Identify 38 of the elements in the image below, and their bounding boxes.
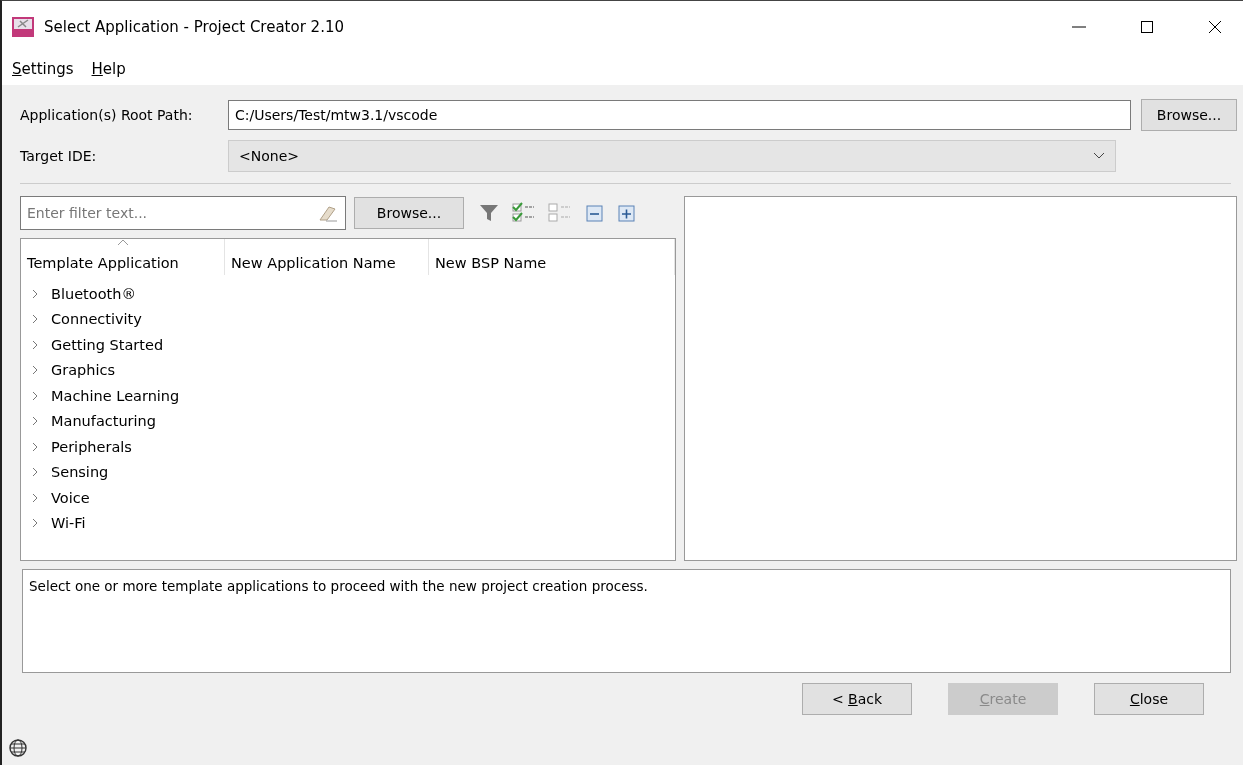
menu-item[interactable]: Help	[91, 60, 126, 78]
tree-item[interactable]: Sensing	[51, 464, 109, 481]
maximize-icon	[1139, 19, 1155, 35]
tree-item[interactable]: Bluetooth®	[51, 285, 136, 302]
menu-item[interactable]: Settings	[12, 60, 74, 78]
filter-field[interactable]: Enter filter text...	[20, 196, 346, 230]
tree-item[interactable]: Manufacturing	[51, 413, 156, 430]
tree-item[interactable]: Connectivity	[51, 311, 142, 328]
app-logo-icon	[12, 17, 34, 37]
target-ide-dropdown[interactable]: <None>	[228, 140, 1116, 172]
column-header[interactable]: New Application Name	[225, 239, 429, 275]
uncheck-all-icon[interactable]	[548, 202, 572, 224]
eraser-icon[interactable]	[318, 204, 338, 222]
browse-button[interactable]: Browse...	[354, 197, 464, 229]
chevron-down-icon	[1093, 152, 1105, 160]
minimize-icon	[1072, 26, 1086, 28]
check-all-icon[interactable]	[512, 202, 536, 224]
column-header[interactable]: New BSP Name	[429, 239, 675, 275]
field-label: Application(s) Root Path:	[20, 107, 194, 123]
tree-item[interactable]: Peripherals	[51, 438, 132, 455]
dialog-button[interactable]: < Back	[802, 683, 912, 715]
description-text: Select one or more template applications to proceed with the new project creation process.	[29, 578, 648, 594]
tree-item[interactable]: Machine Learning	[51, 387, 180, 404]
expand-all-icon[interactable]	[616, 203, 636, 223]
column-header[interactable]: Template Application	[21, 239, 225, 275]
window-title: Select Application - Project Creator 2.10	[44, 18, 345, 36]
tree-item[interactable]: Getting Started	[51, 336, 164, 353]
close-icon	[1207, 19, 1223, 35]
field-label: Target IDE:	[20, 148, 98, 164]
tree-item[interactable]: Wi-Fi	[51, 515, 86, 532]
globe-icon[interactable]	[8, 738, 28, 758]
dialog-button[interactable]: Close	[1094, 683, 1204, 715]
tree-item[interactable]: Graphics	[51, 362, 116, 379]
browse-button[interactable]: Browse...	[1141, 99, 1237, 131]
root-path-field[interactable]: C:/Users/Test/mtw3.1/vscode	[228, 100, 1131, 130]
collapse-all-icon[interactable]	[584, 203, 604, 223]
tree-item[interactable]: Voice	[51, 489, 90, 506]
filter-icon[interactable]	[478, 202, 500, 224]
